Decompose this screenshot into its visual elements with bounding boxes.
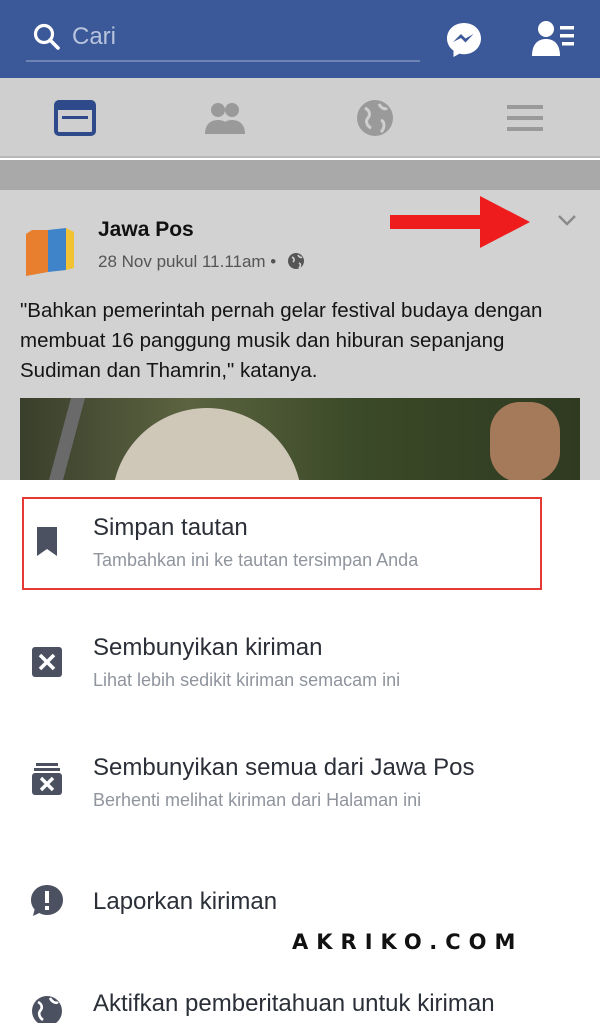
globe-icon — [32, 996, 62, 1023]
menu-tab-icon[interactable] — [503, 96, 547, 140]
bookmark-icon — [37, 527, 57, 556]
image-person-turban — [112, 408, 302, 480]
watermark: AKRIKO.COM — [292, 930, 524, 954]
search-input[interactable] — [72, 20, 402, 54]
search-icon — [33, 23, 60, 50]
chevron-down-icon[interactable] — [556, 212, 578, 228]
menu-item-turn-on-notifications[interactable]: Aktifkan pemberitahuan untuk kiriman — [0, 970, 600, 1023]
menu-item-subtitle: Lihat lebih sedikit kiriman semacam ini — [93, 670, 401, 690]
public-globe-icon — [288, 253, 304, 269]
post-meta: 28 Nov pukul 11.11am • — [98, 252, 305, 272]
messenger-icon[interactable] — [444, 20, 484, 60]
menu-item-subtitle: Berhenti melihat kiriman dari Halaman in… — [93, 790, 422, 810]
menu-item-title: Sembunyikan semua dari Jawa Pos — [93, 754, 475, 781]
post-timestamp[interactable]: 28 Nov pukul 11.11am • — [98, 252, 276, 271]
news-feed-tab-icon[interactable] — [53, 96, 97, 140]
menu-item-title: Aktifkan pemberitahuan untuk kiriman — [93, 990, 495, 1017]
post-text: "Bahkan pemerintah pernah gelar festival… — [20, 299, 543, 382]
hide-icon — [32, 647, 62, 677]
jawa-pos-logo[interactable] — [22, 224, 78, 280]
menu-item-title: Laporkan kiriman — [93, 888, 278, 915]
image-pointing-hand — [490, 402, 560, 480]
search-box[interactable] — [26, 14, 420, 62]
tab-bar — [0, 78, 600, 158]
menu-item-title: Sembunyikan kiriman — [93, 634, 323, 661]
menu-item-subtitle: Tambahkan ini ke tautan tersimpan Anda — [93, 550, 419, 570]
hide-all-icon — [32, 763, 62, 795]
post-author[interactable]: Jawa Pos — [98, 218, 194, 242]
friend-requests-icon[interactable] — [530, 18, 576, 58]
red-arrow-annotation — [390, 196, 530, 248]
top-bar — [0, 0, 600, 78]
report-icon — [31, 885, 63, 916]
highlight-box — [22, 497, 542, 590]
notifications-globe-tab-icon[interactable] — [353, 96, 397, 140]
menu-item-title: Simpan tautan — [93, 514, 248, 541]
feed-separator — [0, 160, 600, 190]
menu-item-hide-all[interactable]: Sembunyikan semua dari Jawa Pos Berhenti… — [0, 720, 600, 830]
friends-tab-icon[interactable] — [203, 96, 247, 140]
menu-item-hide-post[interactable]: Sembunyikan kiriman Lihat lebih sedikit … — [0, 600, 600, 710]
post-image[interactable] — [20, 398, 580, 480]
menu-item-save-link[interactable]: Simpan tautan Tambahkan ini ke tautan te… — [0, 480, 600, 590]
image-pole — [49, 398, 85, 480]
